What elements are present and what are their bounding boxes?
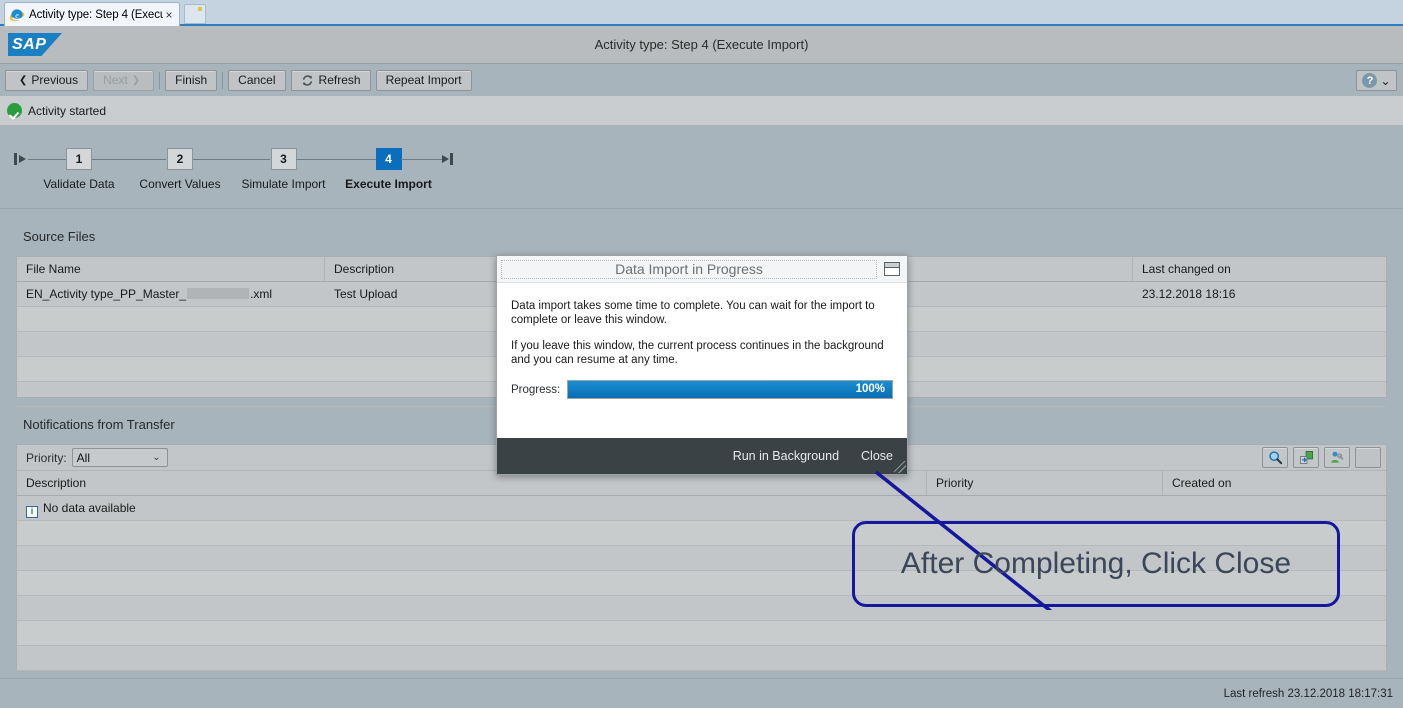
run-in-background-button[interactable]: Run in Background [733,449,839,463]
roadmap-step-2[interactable]: 2 Convert Values [135,148,225,191]
column-header-created-on[interactable]: Created on [1163,471,1386,495]
progress-bar-fill [568,381,892,398]
previous-button-label: Previous [31,73,79,87]
dialog-paragraph-2: If you leave this window, the current pr… [511,340,884,366]
browser-tab[interactable]: e Activity type: Step 4 (Execu... × [4,2,180,26]
dialog-title: Data Import in Progress [615,261,763,277]
progress-row: Progress: 100% [511,380,893,399]
chevron-right-icon: ❯ [131,74,141,86]
message-strip-text: Activity started [28,103,107,118]
repeat-import-button-label: Repeat Import [385,73,462,87]
wizard-roadmap: 1 Validate Data 2 Convert Values 3 Simul… [0,127,1403,209]
cancel-button-label: Cancel [238,73,276,87]
cell-last-changed-on: 23.12.2018 18:16 [1142,287,1236,301]
chevron-left-icon: ❮ [19,74,28,86]
roadmap-end-icon [440,151,454,167]
roadmap-step-1-label: Validate Data [43,177,115,191]
cell-file-name: EN_Activity type_PP_Master_ .xml [17,282,325,306]
toolbar-separator [222,71,224,89]
browser-tab-title: Activity type: Step 4 (Execu... [29,8,163,21]
column-header-file-name[interactable]: File Name [17,257,325,281]
search-icon[interactable] [1262,447,1288,468]
file-name-prefix: EN_Activity type_PP_Master_ [26,287,187,301]
previous-button[interactable]: ❮ Previous [5,69,89,91]
message-strip: Activity started [0,96,1403,126]
table-row [17,646,1386,671]
cell-priority [927,496,1163,520]
resize-handle-icon[interactable] [894,461,906,473]
data-import-dialog: Data Import in Progress Data import take… [496,255,908,475]
empty-message-text: No data available [43,501,136,515]
more-options-icon[interactable] [1355,447,1381,468]
chevron-down-icon: ⌄ [1380,73,1391,88]
roadmap-step-2-number: 2 [167,148,193,170]
roadmap-step-3[interactable]: 3 Simulate Import [238,148,329,191]
progress-label: Progress: [511,383,561,396]
roadmap-connector [401,159,443,160]
progress-bar: 100% [567,380,893,399]
cell-created-on [1163,496,1386,520]
action-toolbar: ❮ Previous Next ❯ Finish Cancel Refresh … [0,64,1403,96]
annotation-callout: After Completing, Click Close [852,521,1340,607]
redacted-block [187,288,250,299]
dialog-body: Data import takes some time to complete.… [497,283,907,399]
priority-filter-label: Priority: [26,450,67,465]
next-button: Next ❯ [93,69,155,91]
success-check-icon [7,103,22,118]
export-icon[interactable] [1293,447,1319,468]
close-button[interactable]: Close [861,449,893,463]
status-footer: Last refresh 23.12.2018 18:17:31 [0,678,1403,708]
next-button-label: Next [103,73,128,87]
priority-filter: Priority: All ⌄ [17,445,168,470]
notifications-title: Notifications from Transfer [23,417,175,432]
close-icon[interactable]: × [163,8,175,22]
roadmap-step-3-number: 3 [270,148,297,170]
cancel-button[interactable]: Cancel [228,69,286,91]
annotation-text: After Completing, Click Close [900,547,1292,580]
toolbar-separator [159,71,161,89]
roadmap-step-1-number: 1 [66,148,92,170]
table-row [17,621,1386,646]
dialog-footer: Run in Background Close [497,438,907,474]
finish-button[interactable]: Finish [165,69,218,91]
table-row: i No data available [17,496,1386,521]
app-header: Activity type: Step 4 (Execute Import) S… [0,26,1403,64]
column-header-last-changed-on[interactable]: Last changed on [1133,257,1386,281]
refresh-icon [301,74,314,87]
chevron-down-icon: ⌄ [152,452,161,463]
roadmap-step-4-label: Execute Import [345,177,432,191]
roadmap-step-3-label: Simulate Import [241,177,326,191]
file-name-suffix: .xml [250,287,273,301]
progress-bar-value: 100% [855,383,885,395]
maximize-icon[interactable] [884,262,900,276]
priority-select-value: All [76,450,91,465]
repeat-import-button[interactable]: Repeat Import [375,69,472,91]
info-icon: i [26,505,38,518]
question-mark-icon: ? [1362,73,1378,88]
dialog-paragraph-1: Data import takes some time to complete.… [511,300,875,326]
dialog-titlebar[interactable]: Data Import in Progress [497,256,907,283]
browser-chrome: e Activity type: Step 4 (Execu... × [0,0,1403,26]
notifications-icon-toolbar [1262,447,1381,468]
svg-text:e: e [15,11,19,20]
source-files-title: Source Files [23,229,96,244]
new-tab-button[interactable] [184,4,206,24]
roadmap-start-icon [14,151,28,167]
column-header-priority[interactable]: Priority [927,471,1163,495]
roadmap-step-2-label: Convert Values [139,177,221,191]
page-title: Activity type: Step 4 (Execute Import) [594,37,809,52]
personalize-icon[interactable] [1324,447,1350,468]
refresh-button-label: Refresh [318,73,361,87]
roadmap-step-4[interactable]: 4 Execute Import [343,148,434,191]
priority-select[interactable]: All ⌄ [71,448,168,467]
roadmap-step-1[interactable]: 1 Validate Data [41,148,117,191]
help-button[interactable]: ? ⌄ [1356,70,1397,91]
cell-empty-message: i No data available [17,496,927,520]
internet-explorer-icon: e [9,7,25,23]
roadmap-step-4-number: 4 [375,148,402,170]
refresh-button[interactable]: Refresh [290,69,371,91]
dialog-title-container: Data Import in Progress [501,259,877,279]
last-refresh-text: Last refresh 23.12.2018 18:17:31 [1223,687,1393,700]
finish-button-label: Finish [175,73,208,87]
